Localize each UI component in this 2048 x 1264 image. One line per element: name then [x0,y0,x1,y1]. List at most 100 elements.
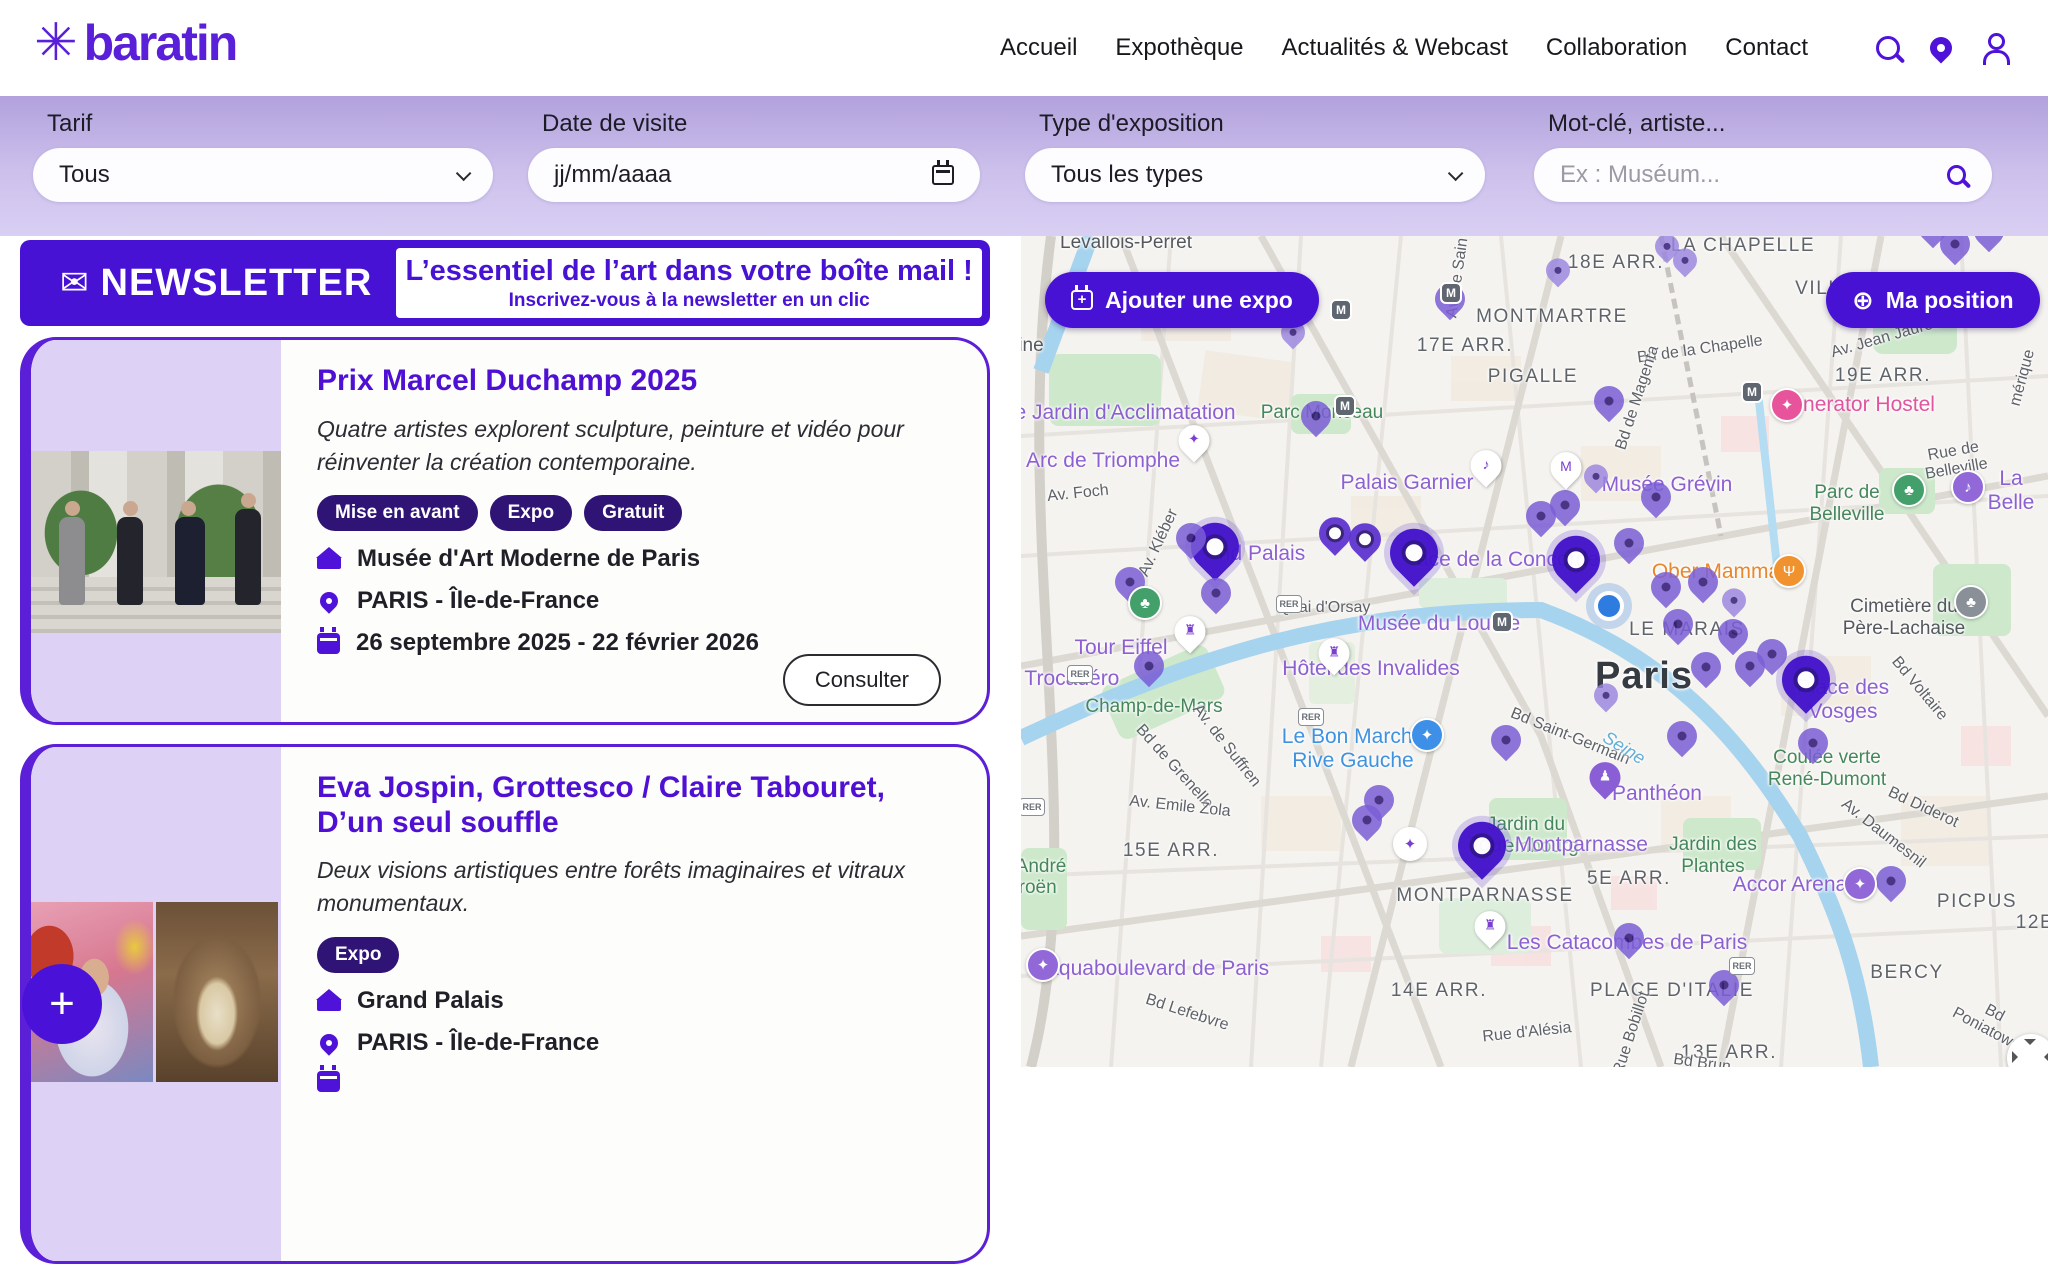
figure [175,517,205,605]
newsletter-banner[interactable]: ✉ NEWSLETTER L’essentiel de l’art dans v… [20,240,990,326]
expo-map-pin[interactable] [1584,464,1608,488]
expo-map-pin[interactable] [1614,923,1644,953]
envelope-icon: ✉ [60,263,89,303]
expo-map-pin[interactable] [1301,401,1331,431]
ober-mamma-icon[interactable]: Ψ [1772,554,1806,588]
user-location-dot [1594,591,1624,621]
arc-de-triomphe-pin[interactable]: ✦ [1179,425,1210,456]
consulter-button[interactable]: Consulter [783,654,941,706]
card-title[interactable]: Prix Marcel Duchamp 2025 [317,364,959,399]
search-icon[interactable] [1947,165,1966,185]
la-bellevilloise-icon[interactable]: ♪ [1951,470,1985,504]
expo-map-pin[interactable] [1691,652,1721,682]
chevron-down-icon [456,165,472,181]
figure [235,509,261,605]
brand-name: baratin [84,14,237,72]
location-icon[interactable] [1925,32,1956,63]
montparnasse-camera-icon[interactable]: ✦ [1393,827,1427,861]
pin-glyph: ✦ [1188,430,1200,447]
musee-grevin-pin[interactable]: M [1551,452,1582,483]
pin-glyph: ♜ [1484,916,1497,933]
trocadero-park-icon[interactable]: ♣ [1128,586,1162,620]
card-body: Eva Jospin, Grottesco / Claire Tabouret,… [299,747,969,1261]
palais-garnier-pin[interactable]: ♪ [1471,450,1502,481]
venue-row: Grand Palais [317,987,959,1015]
expo-map-pin[interactable] [1352,805,1382,835]
bon-marche-icon[interactable]: ✦ [1410,718,1444,752]
expo-map-pin[interactable] [1876,866,1906,896]
tag-expo: Expo [490,495,572,531]
expo-map-pin[interactable] [1688,567,1718,597]
nav-collaboration[interactable]: Collaboration [1546,34,1687,62]
card-title[interactable]: Eva Jospin, Grottesco / Claire Tabouret,… [317,771,959,840]
expo-map-pin[interactable] [1663,609,1693,639]
expo-map-pin[interactable] [1594,386,1624,416]
location-name: PARIS - Île-de-France [357,587,599,615]
calendar-icon[interactable] [932,165,954,185]
expo-map-pin[interactable] [1134,651,1164,681]
metro-badge: M [1741,381,1763,403]
metro-badge: M [1330,299,1352,321]
keyword-input[interactable] [1560,161,1947,189]
expo-card-duchamp[interactable]: Prix Marcel Duchamp 2025 Quatre artistes… [20,337,990,725]
expo-map-pin[interactable] [1552,536,1600,584]
pantheon-pin[interactable]: ♟ [1590,762,1621,793]
catacombes-pin[interactable]: ♜ [1475,911,1506,942]
calendar-plus-icon [1071,290,1093,310]
expo-map-pin[interactable] [1673,248,1697,272]
expo-map-pin[interactable] [1798,728,1828,758]
generator-hostel-icon[interactable]: ✦ [1770,388,1804,422]
expo-map-pin[interactable] [1614,528,1644,558]
chevron-down-icon [1448,165,1464,181]
accor-arena-icon[interactable]: ✦ [1843,867,1877,901]
expo-map-pin[interactable] [1546,258,1570,282]
expo-map-pin[interactable] [1667,721,1697,751]
expo-map-pin[interactable] [1782,656,1830,704]
expo-map-pin[interactable] [1594,683,1618,707]
expo-map-pin[interactable] [1201,578,1231,608]
my-position-button[interactable]: ⊕ Ma position [1826,272,2040,328]
search-icon[interactable] [1876,36,1900,60]
tour-eiffel-pin[interactable]: ♜ [1175,616,1206,647]
header-icons [1876,0,2008,96]
expo-map-pin[interactable] [1319,517,1351,549]
location-row: PARIS - Île-de-France [317,1029,959,1057]
aquaboulevard-icon[interactable]: ✦ [1026,948,1060,982]
date-value: jj/mm/aaaa [554,161,932,189]
expo-map-pin[interactable] [1757,639,1787,669]
expo-map-pin[interactable] [1550,490,1580,520]
expo-map-pin[interactable] [1491,725,1521,755]
nav-actualites-webcast[interactable]: Actualités & Webcast [1282,34,1508,62]
nav-accueil[interactable]: Accueil [1000,34,1077,62]
profile-icon[interactable] [1982,33,2008,63]
logo[interactable]: ✳ baratin [34,14,236,72]
expo-map-pin[interactable] [1349,523,1381,555]
rer-badge: RER [1021,798,1045,816]
expo-map-pin[interactable] [1718,619,1748,649]
expo-map-pin[interactable] [1176,523,1206,553]
parc-belleville-icon[interactable]: ♣ [1892,473,1926,507]
flower-logo-icon: ✳ [34,17,78,69]
type-select[interactable]: Tous les types [1025,148,1485,202]
nav-contact[interactable]: Contact [1725,34,1808,62]
tag-expo: Expo [317,937,399,973]
add-expo-button[interactable]: Ajouter une expo [1045,272,1319,328]
pere-lachaise-icon[interactable]: ♣ [1954,585,1988,619]
expo-map-pin[interactable] [1940,236,1970,259]
expo-map-pin[interactable] [1458,822,1506,870]
expo-map-pin[interactable] [1390,529,1438,577]
expo-map-pin[interactable] [1641,482,1671,512]
tarif-select[interactable]: Tous [33,148,493,202]
invalides-pin[interactable]: ♜ [1319,638,1350,669]
date-input[interactable]: jj/mm/aaaa [528,148,980,202]
expo-map-pin[interactable] [1651,572,1681,602]
expo-map-pin[interactable] [1722,588,1746,612]
expo-card-jospin-tabouret[interactable]: Eva Jospin, Grottesco / Claire Tabouret,… [20,744,990,1264]
nav-expotheque[interactable]: Expothèque [1115,34,1243,62]
expo-map-pin[interactable] [1974,236,2004,246]
add-expo-fab[interactable]: + [22,964,102,1044]
map[interactable]: Levallois-Perretine18E ARR.LA CHAPELLEVI… [1021,236,2048,1067]
metro-badge: M [1334,395,1356,417]
venue-name: Musée d'Art Moderne de Paris [357,545,700,573]
rer-badge: RER [1729,957,1755,975]
